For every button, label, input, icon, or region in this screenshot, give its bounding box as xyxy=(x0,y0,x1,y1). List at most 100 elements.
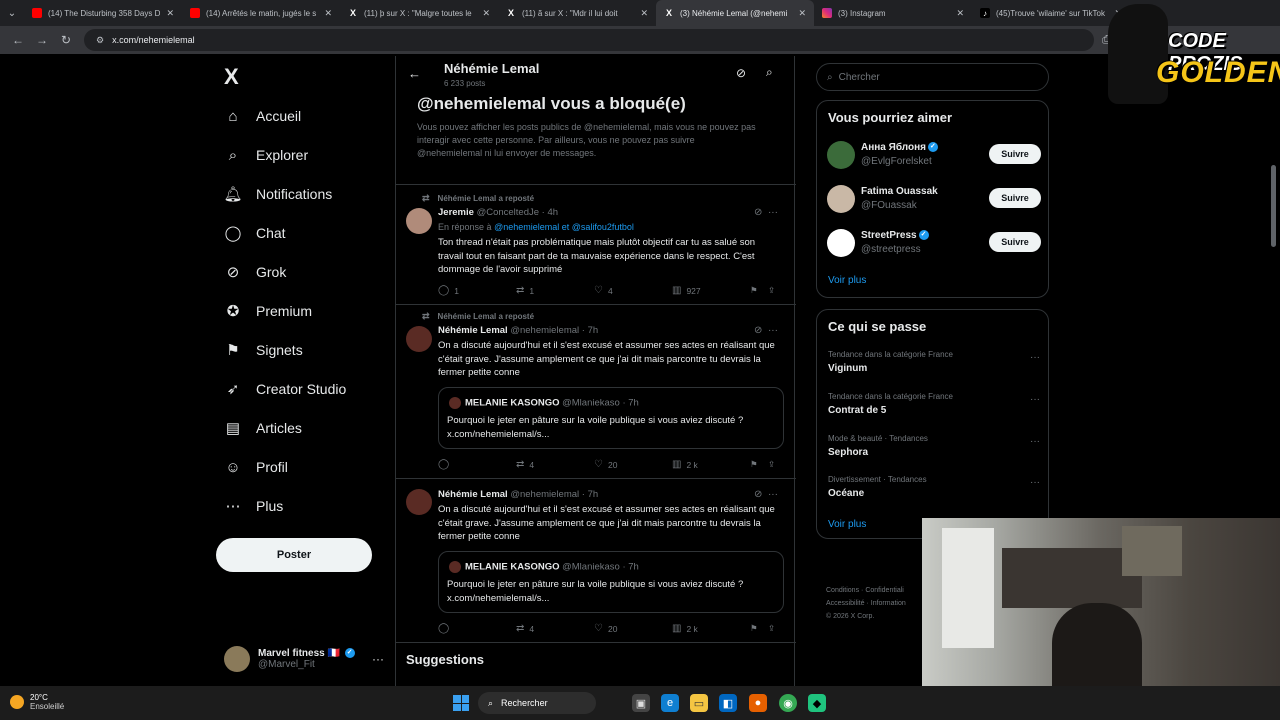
close-icon[interactable]: ✕ xyxy=(166,8,174,19)
more-icon[interactable]: ··· xyxy=(1030,436,1040,447)
quoted-tweet[interactable]: MELANIE KASONGO @Mlaniekaso · 7h Pourquo… xyxy=(438,551,784,613)
follow-button[interactable]: Suivre xyxy=(989,144,1041,164)
reply-button[interactable]: ◯ xyxy=(438,459,516,470)
app-icon[interactable]: ◆ xyxy=(808,694,826,712)
chrome-icon[interactable]: ◉ xyxy=(779,694,797,712)
more-icon[interactable]: ··· xyxy=(1030,394,1040,405)
trend-item[interactable]: Tendance dans la catégorie France Contrat… xyxy=(828,392,1040,416)
trend-item[interactable]: Divertissement · Tendances Océane ··· xyxy=(828,475,1040,499)
like-button[interactable]: ♡ 20 xyxy=(594,623,672,634)
task-view-icon[interactable]: ▣ xyxy=(632,694,650,712)
search-input[interactable]: ⌕ Chercher xyxy=(816,63,1049,91)
close-icon[interactable]: ✕ xyxy=(324,8,332,19)
close-icon[interactable]: ✕ xyxy=(482,8,490,19)
nav-item-chat[interactable]: ◯ Chat xyxy=(224,218,286,248)
url-field[interactable]: ⚙ x.com/nehemielemal xyxy=(84,29,1094,51)
browser-tab[interactable]: (3) Instagram ✕ xyxy=(814,0,972,26)
more-icon[interactable]: ··· xyxy=(372,652,384,666)
grok-icon[interactable]: ⊘ xyxy=(754,325,762,336)
nav-item-profil[interactable]: ☺ Profil xyxy=(224,452,288,482)
share-icon[interactable]: ⇪ xyxy=(768,459,775,470)
reply-mentions[interactable]: @nehemielemal et @salifou2futbol xyxy=(494,222,634,232)
back-arrow-icon[interactable]: ← xyxy=(408,66,421,81)
suggested-account[interactable]: Анна Яблоня ✓ @EvlgForelsket Suivre xyxy=(827,141,1041,171)
views-button[interactable]: ▥ 2 k xyxy=(672,623,750,634)
trend-item[interactable]: Mode & beauté · Tendances Sephora ··· xyxy=(828,434,1040,458)
views-button[interactable]: ▥ 927 xyxy=(672,285,750,296)
taskbar-search[interactable]: ⌕ Rechercher xyxy=(478,692,596,714)
tweet-author[interactable]: Jeremie xyxy=(438,207,474,218)
reload-icon[interactable]: ↻ xyxy=(54,28,78,52)
nav-item-creator-studio[interactable]: ➶ Creator Studio xyxy=(224,374,347,404)
suggested-account[interactable]: StreetPress ✓ @streetpress Suivre xyxy=(827,229,1041,259)
weather-widget[interactable]: 20°C Ensoleillé xyxy=(10,693,64,711)
browser-tab[interactable]: X (3) Néhémie Lemal (@nehemi ✕ xyxy=(656,0,814,26)
scrollbar[interactable] xyxy=(1271,165,1276,247)
close-icon[interactable]: ✕ xyxy=(956,8,964,19)
avatar[interactable] xyxy=(406,489,432,515)
trend-item[interactable]: Tendance dans la catégorie France Viginum… xyxy=(828,350,1040,374)
like-button[interactable]: ♡ 20 xyxy=(594,459,672,470)
repost-button[interactable]: ⇄ 1 xyxy=(516,285,594,296)
grok-icon[interactable]: ⊘ xyxy=(754,207,762,218)
site-info-icon[interactable]: ⚙ xyxy=(96,35,104,46)
reply-button[interactable]: ◯ xyxy=(438,623,516,634)
grok-icon[interactable]: ⊘ xyxy=(736,66,746,80)
follow-button[interactable]: Suivre xyxy=(989,232,1041,252)
like-button[interactable]: ♡ 4 xyxy=(594,285,672,296)
see-more-link[interactable]: Voir plus xyxy=(828,519,866,530)
see-more-link[interactable]: Voir plus xyxy=(828,275,866,286)
follow-button[interactable]: Suivre xyxy=(989,188,1041,208)
footer-link[interactable]: Information xyxy=(871,600,906,607)
forward-arrow-icon[interactable]: → xyxy=(30,28,54,52)
tweet-author[interactable]: Néhémie Lemal xyxy=(438,489,508,500)
nav-item-grok[interactable]: ⊘ Grok xyxy=(224,257,287,287)
bookmark-icon[interactable]: ⚑ xyxy=(750,459,768,470)
nav-item-plus[interactable]: ⋯ Plus xyxy=(224,491,284,521)
post-button[interactable]: Poster xyxy=(216,538,372,572)
more-icon[interactable]: ··· xyxy=(768,207,778,218)
browser-tab[interactable]: ♪(45)Trouve 'wilaime' sur TikTok✕ xyxy=(972,0,1130,26)
share-icon[interactable]: ⇪ xyxy=(768,623,775,634)
avatar[interactable] xyxy=(406,208,432,234)
suggested-account[interactable]: Fatima Ouassak @FOuassak Suivre xyxy=(827,185,1041,215)
store-icon[interactable]: ◧ xyxy=(719,694,737,712)
avatar[interactable] xyxy=(406,326,432,352)
more-icon[interactable]: ··· xyxy=(768,489,778,500)
nav-item-accueil[interactable]: ⌂ Accueil xyxy=(224,101,301,131)
reply-button[interactable]: ◯ 1 xyxy=(438,285,516,296)
browser-tab[interactable]: X (11) ã sur X : "Mdr il lui doit ✕ xyxy=(498,0,656,26)
footer-link[interactable]: Confidentiali xyxy=(865,587,904,594)
more-icon[interactable]: ··· xyxy=(768,325,778,336)
nav-item-premium[interactable]: ✪ Premium xyxy=(224,296,312,326)
bookmark-icon[interactable]: ⚑ xyxy=(750,285,768,296)
more-icon[interactable]: ··· xyxy=(1030,352,1040,363)
nav-item-explorer[interactable]: ⌕ Explorer xyxy=(224,140,308,170)
search-icon[interactable]: ⌕ xyxy=(766,65,773,80)
repost-button[interactable]: ⇄ 4 xyxy=(516,459,594,470)
close-icon[interactable]: ✕ xyxy=(798,8,806,19)
quoted-tweet[interactable]: MELANIE KASONGO @Mlaniekaso · 7h Pourquo… xyxy=(438,387,784,449)
more-icon[interactable]: ··· xyxy=(1030,477,1040,488)
file-explorer-icon[interactable]: ▭ xyxy=(690,694,708,712)
footer-link[interactable]: Accessibilité xyxy=(826,600,865,607)
close-icon[interactable]: ✕ xyxy=(640,8,648,19)
browser-tab[interactable]: (14) The Disturbing 358 Days D ✕ xyxy=(24,0,182,26)
x-logo-icon[interactable]: X xyxy=(224,64,239,90)
browser-tab[interactable]: (14) Arrêtés le matin, jugés le s ✕ xyxy=(182,0,340,26)
edge-icon[interactable]: e xyxy=(661,694,679,712)
account-switcher[interactable]: Marvel fitness 🇫🇷 ✓ @Marvel_Fit ··· xyxy=(224,642,384,676)
bookmark-icon[interactable]: ⚑ xyxy=(750,623,768,634)
grok-icon[interactable]: ⊘ xyxy=(754,489,762,500)
tab-search-icon[interactable]: ⌄ xyxy=(0,0,24,26)
nav-item-notifications[interactable]: 🔔︎ Notifications xyxy=(223,179,332,209)
back-arrow-icon[interactable]: ← xyxy=(6,28,30,52)
firefox-icon[interactable]: ● xyxy=(749,694,767,712)
share-icon[interactable]: ⇪ xyxy=(768,285,775,296)
nav-item-signets[interactable]: ⚑ Signets xyxy=(224,335,302,365)
views-button[interactable]: ▥ 2 k xyxy=(672,459,750,470)
footer-link[interactable]: Conditions xyxy=(826,587,859,594)
tweet-author[interactable]: Néhémie Lemal xyxy=(438,325,508,336)
repost-button[interactable]: ⇄ 4 xyxy=(516,623,594,634)
windows-start-icon[interactable] xyxy=(453,695,469,711)
